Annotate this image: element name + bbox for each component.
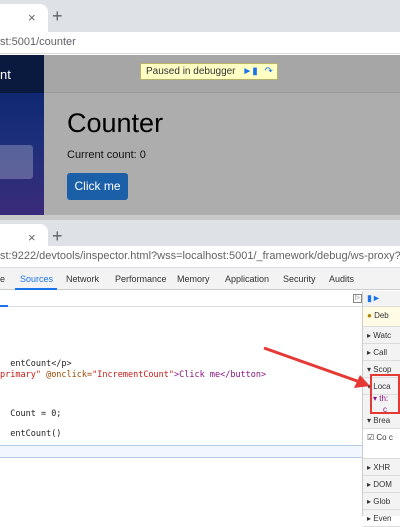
code-text: >Click me</button> — [174, 370, 267, 380]
resume-icon[interactable]: ▮► — [367, 293, 381, 304]
app-main: Paused in debugger ►▮ ↷ Counter Current … — [44, 55, 400, 215]
resume-icon[interactable]: ►▮ — [242, 66, 257, 77]
section-label: DOM — [373, 480, 392, 489]
browser-tab-counter[interactable]: × — [0, 4, 48, 32]
tab-audits[interactable]: Audits — [329, 274, 354, 284]
sidebar-item-active[interactable] — [0, 145, 33, 179]
execution-line-highlight — [0, 445, 362, 458]
annotation-arrow-icon — [263, 346, 370, 388]
page-title: Counter — [67, 108, 164, 138]
section-event[interactable]: ▸ Even — [363, 510, 400, 527]
section-label: XHR — [373, 463, 391, 472]
code-text: Count = 0; — [10, 409, 62, 419]
toggle-debugger-pane-icon[interactable]: ▷ — [353, 294, 362, 303]
section-label: Even — [373, 514, 392, 523]
code-line-4: entCount() — [0, 419, 61, 439]
devtools-tab-bar: e Sources Network Performance Memory App… — [0, 268, 400, 290]
address-bar-top[interactable]: st:5001/counter — [0, 32, 400, 54]
notice-text: Deb — [374, 311, 389, 320]
tab-application[interactable]: Application — [225, 274, 269, 284]
breakpoint-label: Co c — [376, 433, 393, 442]
section-label: Glob — [373, 497, 391, 506]
tab-network[interactable]: Network — [66, 274, 99, 284]
sidebar-brand-bar: nt — [0, 55, 44, 93]
current-count-text: Current count: 0 — [67, 149, 146, 161]
section-label: Brea — [373, 416, 391, 425]
warning-icon: ● — [367, 311, 372, 320]
step-over-icon[interactable]: ↷ — [265, 66, 273, 77]
section-label: Call — [373, 348, 388, 357]
code-text: @onclick= — [40, 370, 93, 380]
section-label: Watc — [373, 331, 392, 340]
paused-in-debugger-banner: Paused in debugger ►▮ ↷ — [140, 63, 278, 80]
tab-security[interactable]: Security — [283, 274, 316, 284]
code-text: entCount</p> — [10, 359, 72, 369]
browser-tabstrip-top: × + — [0, 0, 400, 32]
url-text: st:5001/counter — [0, 36, 76, 48]
section-label: Scop — [373, 365, 392, 374]
tab-sources[interactable]: Sources — [20, 274, 53, 284]
tab-performance[interactable]: Performance — [115, 274, 167, 284]
new-tab-button[interactable]: + — [52, 227, 63, 245]
active-tab-indicator — [15, 288, 57, 290]
section-breakpoints[interactable]: ▾ Brea — [363, 412, 400, 429]
sidebar-brand-text: nt — [0, 67, 11, 82]
debugger-notice: ● Deb — [363, 307, 400, 327]
file-tab-indicator — [0, 305, 8, 307]
section-dom[interactable]: ▸ DOM — [363, 476, 400, 493]
close-tab-icon[interactable]: × — [28, 10, 36, 25]
section-watch[interactable]: ▸ Watc — [363, 327, 400, 344]
url-text: st:9222/devtools/inspector.html?wss=loca… — [0, 250, 400, 262]
editor-file-tabs: ▷ — [0, 291, 362, 307]
section-xhr[interactable]: ▸ XHR — [363, 459, 400, 476]
code-text: primary" — [0, 370, 41, 380]
code-line-1: entCount</p> — [0, 349, 72, 369]
debugger-controls: ▮► — [363, 291, 400, 307]
breakpoint-entry[interactable]: ☑ Co c — [363, 429, 400, 459]
code-text: "IncrementCount" — [92, 370, 175, 380]
close-tab-icon[interactable]: × — [28, 230, 36, 245]
code-text: entCount() — [10, 429, 62, 439]
code-line-3: Count = 0; — [0, 399, 61, 419]
section-global[interactable]: ▸ Glob — [363, 493, 400, 510]
tab-memory[interactable]: Memory — [177, 274, 210, 284]
checkbox-icon[interactable]: ☑ — [367, 433, 374, 442]
new-tab-button[interactable]: + — [52, 7, 63, 25]
code-line-2: primary" @onclick="IncrementCount">Click… — [0, 370, 266, 380]
address-bar-bottom[interactable]: st:9222/devtools/inspector.html?wss=loca… — [0, 246, 400, 268]
app-sidebar: nt — [0, 55, 44, 215]
paused-label: Paused in debugger — [146, 66, 236, 77]
tab-elements[interactable]: e — [0, 274, 5, 284]
click-me-button[interactable]: Click me — [67, 173, 128, 200]
